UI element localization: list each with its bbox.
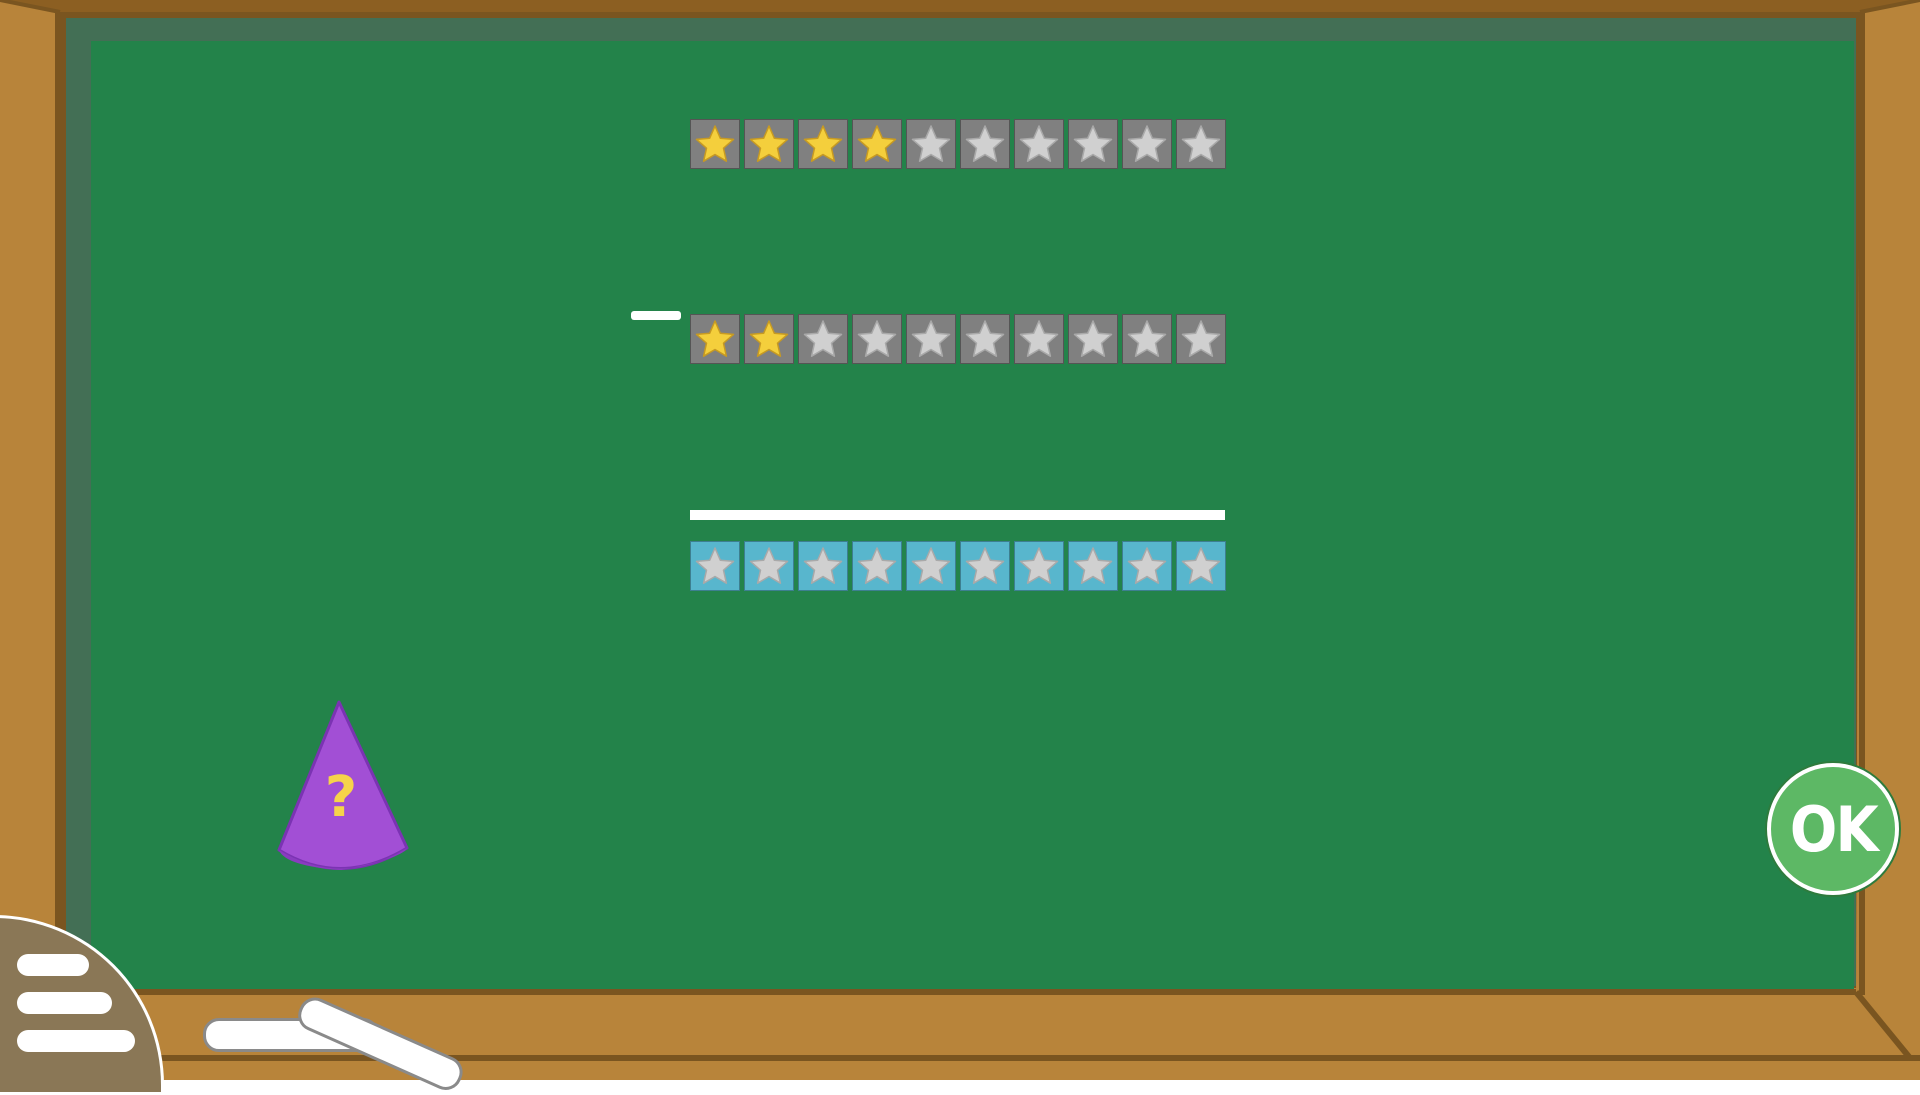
star-icon: [803, 547, 843, 584]
star-icon: [1019, 125, 1059, 162]
star-icon: [803, 320, 843, 357]
star-icon: [1073, 547, 1113, 584]
star-icon: [1019, 320, 1059, 357]
subtrahend-star-cell: [1014, 314, 1064, 364]
minuend-star-cell: [744, 119, 794, 169]
ok-button[interactable]: OK: [1767, 763, 1899, 895]
star-icon: [911, 320, 951, 357]
star-icon: [857, 547, 897, 584]
answer-star-row[interactable]: [690, 541, 1230, 591]
equals-line: [690, 510, 1225, 520]
star-icon: [965, 547, 1005, 584]
answer-star-cell[interactable]: [1176, 541, 1226, 591]
star-icon: [911, 125, 951, 162]
subtrahend-star-cell: [798, 314, 848, 364]
subtrahend-star-cell: [690, 314, 740, 364]
star-icon: [749, 320, 789, 357]
star-icon: [749, 125, 789, 162]
star-icon: [803, 125, 843, 162]
star-icon: [1181, 320, 1221, 357]
star-icon: [965, 320, 1005, 357]
ok-button-label: OK: [1789, 792, 1878, 866]
star-icon: [1127, 125, 1167, 162]
subtrahend-star-row: [690, 314, 1230, 364]
star-icon: [749, 547, 789, 584]
star-icon: [1073, 320, 1113, 357]
answer-star-cell[interactable]: [744, 541, 794, 591]
answer-star-cell[interactable]: [1014, 541, 1064, 591]
minuend-star-cell: [1176, 119, 1226, 169]
star-icon: [695, 320, 735, 357]
subtrahend-star-cell: [1068, 314, 1118, 364]
star-icon: [965, 125, 1005, 162]
minuend-star-cell: [1014, 119, 1064, 169]
answer-star-cell[interactable]: [906, 541, 956, 591]
minuend-star-cell: [852, 119, 902, 169]
star-icon: [1181, 125, 1221, 162]
answer-star-cell[interactable]: [960, 541, 1010, 591]
minus-sign: [631, 311, 681, 320]
star-icon: [857, 320, 897, 357]
answer-star-cell[interactable]: [852, 541, 902, 591]
minuend-star-cell: [1122, 119, 1172, 169]
minuend-star-row: [690, 119, 1230, 169]
answer-star-cell[interactable]: [798, 541, 848, 591]
star-icon: [1127, 547, 1167, 584]
star-icon: [1181, 547, 1221, 584]
answer-star-cell[interactable]: [690, 541, 740, 591]
minuend-star-cell: [690, 119, 740, 169]
answer-star-cell[interactable]: [1122, 541, 1172, 591]
minuend-star-cell: [1068, 119, 1118, 169]
star-icon: [1073, 125, 1113, 162]
star-icon: [911, 547, 951, 584]
subtrahend-star-cell: [744, 314, 794, 364]
minuend-star-cell: [960, 119, 1010, 169]
subtrahend-star-cell: [1176, 314, 1226, 364]
answer-star-cell[interactable]: [1068, 541, 1118, 591]
minuend-star-cell: [906, 119, 956, 169]
star-icon: [1019, 547, 1059, 584]
star-icon: [695, 125, 735, 162]
minuend-star-cell: [798, 119, 848, 169]
wizard-hat-icon[interactable]: ?: [275, 698, 415, 876]
star-icon: [695, 547, 735, 584]
star-icon: [1127, 320, 1167, 357]
subtrahend-star-cell: [852, 314, 902, 364]
star-icon: [857, 125, 897, 162]
subtrahend-star-cell: [906, 314, 956, 364]
hint-question-mark: ?: [325, 765, 357, 830]
subtrahend-star-cell: [960, 314, 1010, 364]
subtrahend-star-cell: [1122, 314, 1172, 364]
